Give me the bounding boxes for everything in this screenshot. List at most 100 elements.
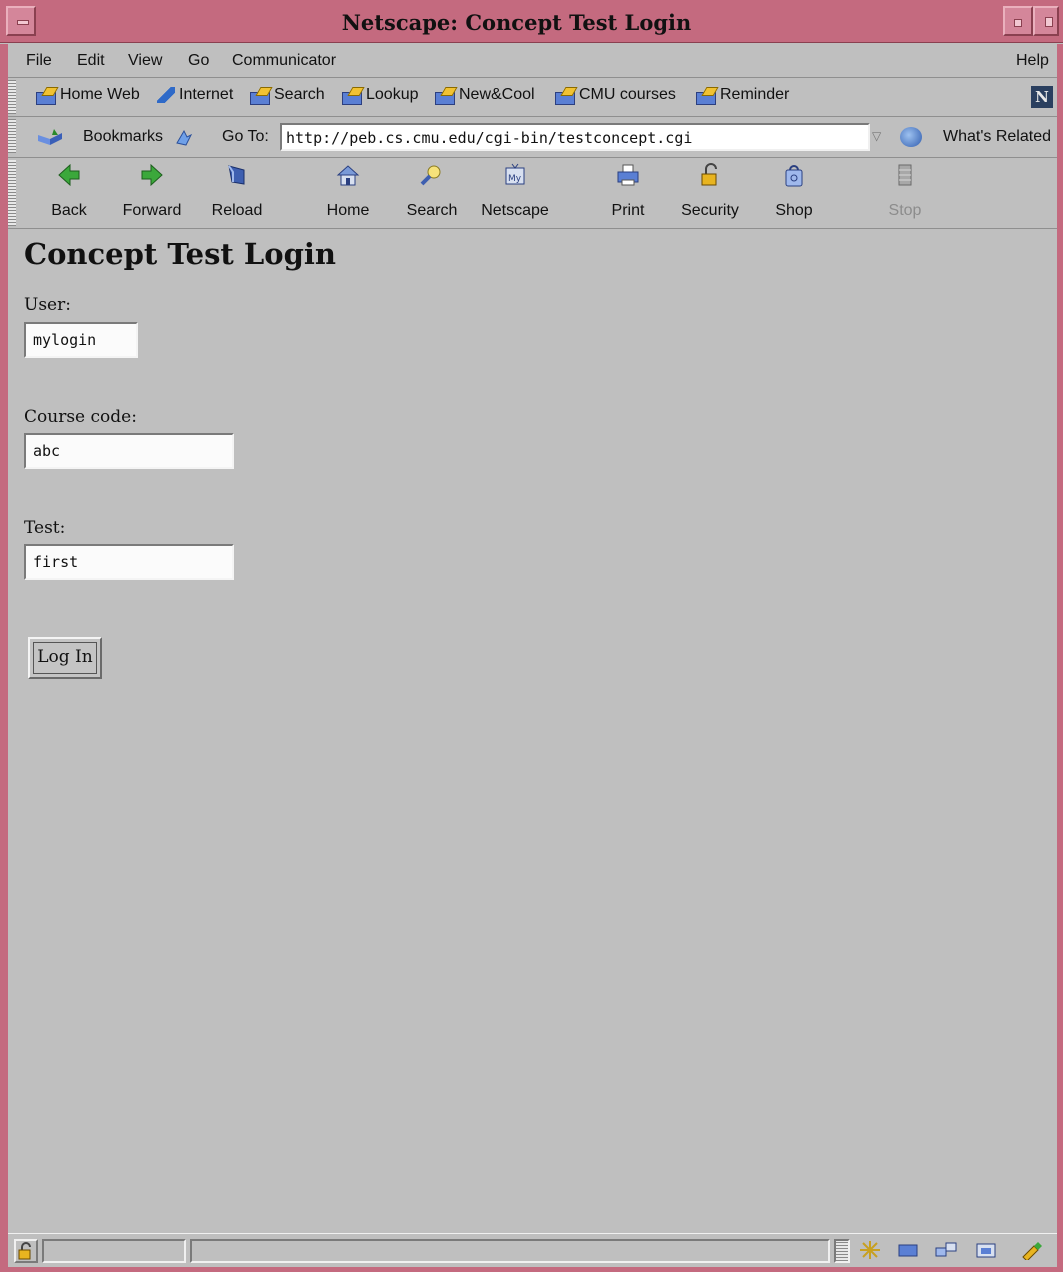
test-input[interactable]: first bbox=[24, 544, 234, 580]
location-bar: Bookmarks Go To: http://peb.cs.cmu.edu/c… bbox=[8, 117, 1057, 158]
minimize-button[interactable] bbox=[1003, 6, 1033, 36]
bookmark-reminder[interactable]: Reminder bbox=[696, 86, 790, 105]
padlock-icon bbox=[701, 163, 717, 186]
component-bar-grip[interactable] bbox=[834, 1239, 850, 1263]
goto-label: Go To: bbox=[222, 128, 269, 145]
print-label: Print bbox=[611, 202, 645, 219]
home-button[interactable]: Home bbox=[313, 162, 383, 220]
composer-icon[interactable] bbox=[1020, 1240, 1044, 1260]
folder-icon bbox=[696, 87, 716, 105]
menu-communicator[interactable]: Communicator bbox=[232, 52, 336, 70]
progress-bar bbox=[42, 1239, 186, 1263]
user-label: User: bbox=[24, 295, 71, 315]
security-button[interactable]: Security bbox=[675, 162, 745, 220]
whats-related-icon[interactable] bbox=[900, 127, 922, 147]
stop-label: Stop bbox=[888, 202, 922, 219]
padlock-icon bbox=[18, 1242, 31, 1260]
bookmark-label: Internet bbox=[179, 86, 234, 103]
url-input[interactable]: http://peb.cs.cmu.edu/cgi-bin/testconcep… bbox=[280, 123, 870, 151]
reload-label: Reload bbox=[211, 202, 263, 219]
bookmark-label: Lookup bbox=[366, 86, 419, 103]
netscape-button[interactable]: My Netscape bbox=[480, 162, 550, 220]
search-icon bbox=[420, 165, 441, 186]
folder-icon bbox=[36, 87, 56, 105]
page-content: Concept Test Login User: mylogin Course … bbox=[8, 229, 1057, 1232]
address-book-icon[interactable] bbox=[974, 1240, 998, 1260]
url-dropdown-icon[interactable]: ▽ bbox=[872, 129, 886, 143]
stop-button[interactable]: Stop bbox=[870, 162, 940, 220]
search-label: Search bbox=[406, 202, 458, 219]
toolbar-grip[interactable] bbox=[8, 160, 16, 226]
location-icon[interactable] bbox=[174, 127, 194, 147]
mail-icon[interactable] bbox=[896, 1240, 920, 1260]
forward-arrow-icon bbox=[141, 163, 163, 187]
login-button-label: Log In bbox=[37, 647, 93, 667]
discussion-groups-icon[interactable] bbox=[934, 1240, 958, 1260]
menu-help[interactable]: Help bbox=[1016, 52, 1049, 70]
security-label: Security bbox=[681, 202, 739, 219]
window-border-left bbox=[0, 44, 8, 1272]
minimize-icon bbox=[1014, 19, 1022, 27]
status-bar bbox=[8, 1233, 1057, 1267]
bookmark-lookup[interactable]: Lookup bbox=[342, 86, 419, 105]
window-border-right bbox=[1057, 44, 1063, 1272]
back-button[interactable]: Back bbox=[34, 162, 104, 220]
menu-view[interactable]: View bbox=[128, 52, 162, 70]
whats-related-button[interactable]: What's Related bbox=[943, 128, 1051, 146]
menu-file[interactable]: File bbox=[26, 52, 52, 70]
bookmark-new-cool[interactable]: New&Cool bbox=[435, 86, 535, 105]
user-input[interactable]: mylogin bbox=[24, 322, 138, 358]
test-label: Test: bbox=[24, 518, 66, 538]
menu-bar: File Edit View Go Communicator Help bbox=[8, 44, 1057, 78]
reload-icon bbox=[228, 165, 245, 185]
forward-button[interactable]: Forward bbox=[117, 162, 187, 220]
bookmark-internet[interactable]: Internet bbox=[157, 86, 233, 104]
bookmarks-button[interactable]: Bookmarks bbox=[83, 128, 163, 146]
home-icon bbox=[336, 165, 360, 186]
title-bar[interactable]: Netscape: Concept Test Login bbox=[0, 0, 1063, 43]
bookmark-label: New&Cool bbox=[459, 86, 535, 103]
forward-label: Forward bbox=[122, 202, 182, 219]
menu-go[interactable]: Go bbox=[188, 52, 209, 70]
bookmark-home-web[interactable]: Home Web bbox=[36, 86, 140, 105]
shopping-bag-icon bbox=[785, 165, 803, 187]
bookmark-label: Reminder bbox=[720, 86, 790, 103]
course-code-label: Course code: bbox=[24, 407, 137, 427]
status-message bbox=[190, 1239, 830, 1263]
shop-button[interactable]: Shop bbox=[759, 162, 829, 220]
page-title: Concept Test Login bbox=[24, 237, 337, 271]
course-code-input[interactable]: abc bbox=[24, 433, 234, 469]
browser-window: Netscape: Concept Test Login File Edit V… bbox=[0, 0, 1063, 1272]
maximize-button[interactable] bbox=[1033, 6, 1059, 36]
bookmark-search[interactable]: Search bbox=[250, 86, 325, 105]
home-label: Home bbox=[326, 202, 370, 219]
bookmarks-icon bbox=[36, 129, 68, 145]
my-netscape-icon: My bbox=[505, 163, 525, 185]
login-button[interactable]: Log In bbox=[28, 637, 102, 679]
reload-button[interactable]: Reload bbox=[202, 162, 272, 220]
window-title: Netscape: Concept Test Login bbox=[341, 10, 692, 35]
personal-toolbar: Home Web Internet Search Lookup New&Cool… bbox=[8, 78, 1057, 117]
bookmark-label: CMU courses bbox=[579, 86, 676, 103]
netscape-n-logo[interactable]: N bbox=[1031, 86, 1053, 108]
back-arrow-icon bbox=[58, 163, 80, 187]
security-status-button[interactable] bbox=[14, 1239, 38, 1263]
toolbar-grip[interactable] bbox=[8, 119, 16, 153]
shop-label: Shop bbox=[775, 202, 813, 219]
bookmark-cmu-courses[interactable]: CMU courses bbox=[555, 86, 676, 105]
print-button[interactable]: Print bbox=[593, 162, 663, 220]
folder-icon bbox=[342, 87, 362, 105]
netscape-label: Netscape bbox=[481, 202, 549, 219]
bookmark-label: Search bbox=[274, 86, 325, 103]
navigator-icon[interactable] bbox=[858, 1240, 882, 1260]
navigation-toolbar: Back Forward Reload Home Search My Netsc… bbox=[8, 158, 1057, 229]
window-menu-icon bbox=[17, 20, 29, 25]
menu-edit[interactable]: Edit bbox=[77, 52, 105, 70]
stop-icon bbox=[898, 164, 912, 186]
window-menu-button[interactable] bbox=[6, 6, 36, 36]
folder-icon bbox=[250, 87, 270, 105]
folder-icon bbox=[555, 87, 575, 105]
search-button[interactable]: Search bbox=[397, 162, 467, 220]
toolbar-grip[interactable] bbox=[8, 80, 16, 114]
maximize-icon bbox=[1045, 17, 1053, 27]
